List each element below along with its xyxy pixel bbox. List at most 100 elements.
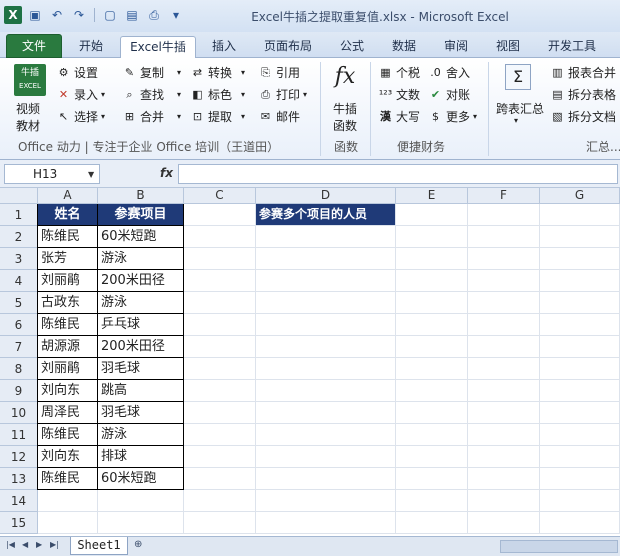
fx-label-1[interactable]: 牛插 (333, 100, 357, 117)
formula-input[interactable] (178, 164, 618, 184)
horizontal-scrollbar[interactable] (500, 540, 618, 553)
cell-b15[interactable] (98, 512, 184, 534)
cell-c12[interactable] (184, 446, 256, 468)
cell-f12[interactable] (468, 446, 540, 468)
cell-c10[interactable] (184, 402, 256, 424)
merge-button[interactable]: ⊞ 合并 ▾ (122, 108, 181, 125)
tab-review[interactable]: 审阅 (432, 36, 480, 58)
niucha-logo[interactable]: 牛插 EXCEL (14, 64, 46, 96)
cell-b4[interactable]: 200米田径 (98, 270, 184, 292)
cell-b13[interactable]: 60米短跑 (98, 468, 184, 490)
cell-g9[interactable] (540, 380, 620, 402)
fx-icon[interactable]: fx (330, 64, 360, 89)
insert-function-icon[interactable]: fx (160, 166, 173, 180)
text-number-button[interactable]: ¹²³ 文数 (378, 86, 420, 103)
row-header-3[interactable]: 3 (0, 248, 38, 270)
cell-d6[interactable] (256, 314, 396, 336)
cell-d13[interactable] (256, 468, 396, 490)
cell-c13[interactable] (184, 468, 256, 490)
cell-a2[interactable]: 陈维民 (38, 226, 98, 248)
cell-a15[interactable] (38, 512, 98, 534)
cell-f15[interactable] (468, 512, 540, 534)
cell-a8[interactable]: 刘丽鹃 (38, 358, 98, 380)
column-header-c[interactable]: C (184, 188, 256, 204)
row-header-14[interactable]: 14 (0, 490, 38, 512)
fx-label-2[interactable]: 函数 (333, 117, 357, 134)
cell-a1[interactable]: 姓名 (38, 204, 98, 226)
cell-e15[interactable] (396, 512, 468, 534)
cell-g14[interactable] (540, 490, 620, 512)
cell-a4[interactable]: 刘丽鹃 (38, 270, 98, 292)
row-header-15[interactable]: 15 (0, 512, 38, 534)
cell-d11[interactable] (256, 424, 396, 446)
select-button[interactable]: ↖ 选择 ▾ (56, 108, 105, 125)
row-header-7[interactable]: 7 (0, 336, 38, 358)
cell-c15[interactable] (184, 512, 256, 534)
split-table-button[interactable]: ▤ 拆分表格 (550, 86, 616, 103)
cell-g3[interactable] (540, 248, 620, 270)
cell-f10[interactable] (468, 402, 540, 424)
tab-excel-niucha[interactable]: Excel牛插 (120, 36, 196, 59)
check-button[interactable]: ✔ 对账 (428, 86, 470, 103)
column-header-g[interactable]: G (540, 188, 620, 204)
cell-f14[interactable] (468, 490, 540, 512)
column-header-b[interactable]: B (98, 188, 184, 204)
print-button[interactable]: ⎙ 打印 ▾ (258, 86, 307, 103)
cell-a9[interactable]: 刘向东 (38, 380, 98, 402)
column-header-d[interactable]: D (256, 188, 396, 204)
cell-b7[interactable]: 200米田径 (98, 336, 184, 358)
cell-b8[interactable]: 羽毛球 (98, 358, 184, 380)
uppercase-button[interactable]: 漢大写 (378, 108, 420, 125)
report-merge-button[interactable]: ▥ 报表合并 (550, 64, 616, 81)
column-header-a[interactable]: A (38, 188, 98, 204)
tab-data[interactable]: 数据 (380, 36, 428, 58)
cell-e9[interactable] (396, 380, 468, 402)
copy-button[interactable]: ✎ 复制 ▾ (122, 64, 181, 81)
cell-b6[interactable]: 乒乓球 (98, 314, 184, 336)
row-header-5[interactable]: 5 (0, 292, 38, 314)
tab-insert[interactable]: 插入 (200, 36, 248, 58)
row-header-1[interactable]: 1 (0, 204, 38, 226)
cell-e10[interactable] (396, 402, 468, 424)
cell-d1[interactable]: 参赛多个项目的人员 (256, 204, 396, 226)
video-label-1[interactable]: 视频 (16, 100, 40, 117)
cell-a10[interactable]: 周泽民 (38, 402, 98, 424)
cell-c14[interactable] (184, 490, 256, 512)
row-header-9[interactable]: 9 (0, 380, 38, 402)
cell-f8[interactable] (468, 358, 540, 380)
cell-c7[interactable] (184, 336, 256, 358)
cell-c11[interactable] (184, 424, 256, 446)
cell-c9[interactable] (184, 380, 256, 402)
cell-g7[interactable] (540, 336, 620, 358)
cell-g5[interactable] (540, 292, 620, 314)
cell-e1[interactable] (396, 204, 468, 226)
column-header-e[interactable]: E (396, 188, 468, 204)
cell-d4[interactable] (256, 270, 396, 292)
row-header-10[interactable]: 10 (0, 402, 38, 424)
cell-a7[interactable]: 胡源源 (38, 336, 98, 358)
cell-d5[interactable] (256, 292, 396, 314)
cell-a3[interactable]: 张芳 (38, 248, 98, 270)
cell-d9[interactable] (256, 380, 396, 402)
cell-f1[interactable] (468, 204, 540, 226)
row-header-13[interactable]: 13 (0, 468, 38, 490)
cell-f13[interactable] (468, 468, 540, 490)
row-header-12[interactable]: 12 (0, 446, 38, 468)
cell-e8[interactable] (396, 358, 468, 380)
cell-b14[interactable] (98, 490, 184, 512)
sheet-tab-sheet1[interactable]: Sheet1 (70, 537, 128, 555)
cell-e11[interactable] (396, 424, 468, 446)
cell-b10[interactable]: 羽毛球 (98, 402, 184, 424)
tab-formulas[interactable]: 公式 (328, 36, 376, 58)
record-button[interactable]: ✕ 录入 ▾ (56, 86, 105, 103)
cell-e2[interactable] (396, 226, 468, 248)
cell-f11[interactable] (468, 424, 540, 446)
cell-e3[interactable] (396, 248, 468, 270)
more-button[interactable]: $ 更多 ▾ (428, 108, 477, 125)
sigma-icon[interactable]: Σ (505, 64, 531, 90)
name-box[interactable]: H13 (4, 164, 100, 184)
cell-g15[interactable] (540, 512, 620, 534)
cell-d2[interactable] (256, 226, 396, 248)
tab-page-layout[interactable]: 页面布局 (252, 36, 324, 58)
cell-g12[interactable] (540, 446, 620, 468)
